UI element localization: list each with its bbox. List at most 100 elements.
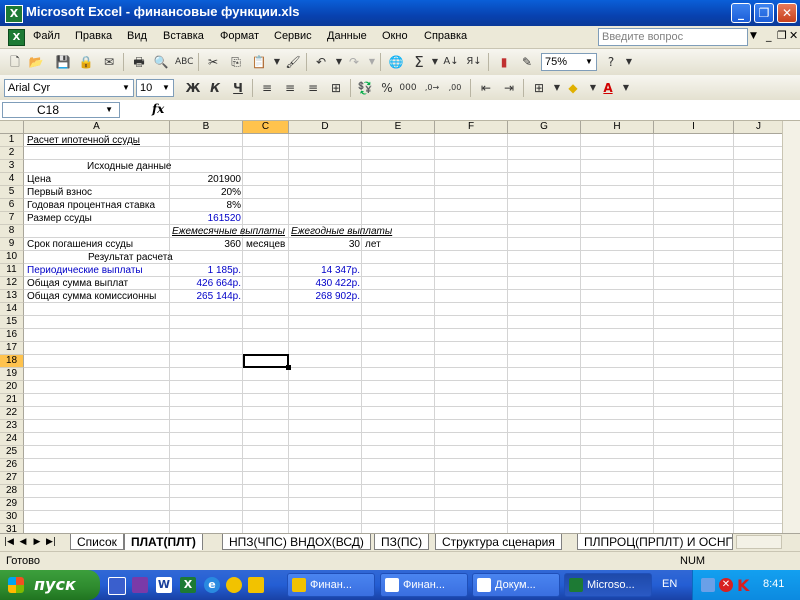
decrease-decimal-icon[interactable]: ,00 [446,79,464,97]
cell-A6[interactable]: Годовая процентная ставка [27,199,155,212]
column-header-E[interactable]: E [362,121,435,134]
help-dropdown-icon[interactable]: ▼ [620,53,638,71]
column-header-G[interactable]: G [508,121,581,134]
row-header-14[interactable]: 14 [0,303,24,316]
cell-B6[interactable]: 8% [170,199,241,212]
increase-decimal-icon[interactable]: ,0→ [423,79,441,97]
sheet-tab-scenario[interactable]: Структура сценария [435,534,562,550]
menu-format[interactable]: Формат [220,30,259,42]
undo-icon[interactable]: ↶ [312,53,330,71]
italic-button[interactable]: К [206,79,224,97]
email-icon[interactable]: ✉ [100,53,118,71]
cell-A9[interactable]: Срок погашения ссуды [27,238,133,251]
cell-B13[interactable]: 265 144р. [170,290,242,303]
row-header-31[interactable]: 31 [0,524,24,533]
task-word-doc[interactable]: Докум... [472,573,560,597]
cell-B11[interactable]: 1 185р. [170,264,241,277]
row-header-6[interactable]: 6 [0,199,24,212]
row-header-25[interactable]: 25 [0,446,24,459]
fill-color-icon[interactable]: ◆ [564,79,582,97]
print-icon[interactable]: 🖶 [130,53,148,71]
sheet-tab-plat[interactable]: ПЛАТ(ПЛТ) [124,534,203,550]
cell-B5[interactable]: 20% [170,186,241,199]
task-excel[interactable]: Microso... [564,573,652,597]
row-header-29[interactable]: 29 [0,498,24,511]
worksheet-grid[interactable]: A B C D E F G H I J 1 2 3 4 5 6 7 8 9 10 11 12 13 14 1… [0,121,782,533]
hyperlink-icon[interactable]: 🌐 [387,53,405,71]
cell-D13[interactable]: 268 902р. [289,290,361,303]
selected-cell-C18[interactable] [243,354,291,370]
cell-A4[interactable]: Цена [27,173,51,186]
quicklaunch-desktop-icon[interactable] [108,577,126,595]
quicklaunch-excel-icon[interactable]: X [180,577,196,593]
underline-button[interactable]: Ч [229,79,247,97]
menu-help[interactable]: Справка [424,30,467,42]
sheet-tab-plproc[interactable]: ПЛПРОЦ(ПРПЛТ) И ОСНПЛ [577,534,733,550]
column-header-H[interactable]: H [581,121,654,134]
row-header-23[interactable]: 23 [0,420,24,433]
help-search-input[interactable]: Введите вопрос [598,28,748,46]
workbook-icon[interactable]: X [8,29,25,46]
row-header-28[interactable]: 28 [0,485,24,498]
task-word-finan[interactable]: Финан... [380,573,468,597]
copy-icon[interactable]: ⎘ [227,53,245,71]
close-button[interactable]: ✕ [777,3,797,23]
vertical-scrollbar[interactable] [782,121,800,533]
kaspersky-icon[interactable]: K [737,576,749,595]
row-header-30[interactable]: 30 [0,511,24,524]
column-header-D[interactable]: D [289,121,362,134]
row-header-24[interactable]: 24 [0,433,24,446]
menu-view[interactable]: Вид [127,30,147,42]
column-header-F[interactable]: F [435,121,508,134]
cell-B12[interactable]: 426 664р. [170,277,242,290]
row-header-16[interactable]: 16 [0,329,24,342]
drawing-icon[interactable]: ✎ [518,53,536,71]
row-header-21[interactable]: 21 [0,394,24,407]
cell-B9[interactable]: 360 [170,238,241,251]
new-icon[interactable]: 🗋 [6,53,24,71]
minimize-button[interactable]: _ [731,3,751,23]
cell-B4[interactable]: 201900 [170,173,241,186]
redo-icon[interactable]: ↷ [345,53,363,71]
spelling-icon[interactable]: ABC [175,53,193,71]
row-header-18[interactable]: 18 [0,355,24,368]
paste-icon[interactable]: 📋 [250,53,268,71]
first-sheet-icon[interactable]: |◀ [4,536,14,548]
cell-B8[interactable]: Ежемесячные выплаты [172,225,285,238]
menu-tools[interactable]: Сервис [274,30,312,42]
column-header-A[interactable]: A [24,121,170,134]
quicklaunch-folder-icon[interactable] [248,577,264,593]
column-header-I[interactable]: I [654,121,734,134]
last-sheet-icon[interactable]: ▶| [46,536,56,548]
cell-A13[interactable]: Общая сумма комиссионны [27,290,169,303]
prev-sheet-icon[interactable]: ◀ [18,536,28,548]
excel-app-icon[interactable]: X [5,5,23,23]
zoom-select[interactable]: 75% ▼ [541,53,597,71]
font-select[interactable]: Arial Cyr ▼ [4,79,134,97]
cut-icon[interactable]: ✂ [204,53,222,71]
cell-D12[interactable]: 430 422р. [289,277,361,290]
select-all-button[interactable] [0,121,24,134]
row-header-11[interactable]: 11 [0,264,24,277]
row-header-5[interactable]: 5 [0,186,24,199]
borders-icon[interactable]: ⊞ [530,79,548,97]
permission-icon[interactable]: 🔒 [77,53,95,71]
doc-restore-button[interactable]: ❐ [777,29,787,42]
cell-A10[interactable]: Результат расчета [88,251,173,264]
cell-A11[interactable]: Периодические выплаты [27,264,143,277]
sheet-tab-spisok[interactable]: Список [70,534,124,550]
align-right-icon[interactable]: ≡ [304,79,322,97]
cell-C9[interactable]: месяцев [246,238,285,251]
doc-minimize-button[interactable]: _ [766,29,772,42]
redo-dropdown-icon[interactable]: ▼ [363,53,381,71]
font-color-icon[interactable]: A [599,79,617,97]
merge-center-icon[interactable]: ⊞ [327,79,345,97]
sort-ascending-icon[interactable]: A↓ [442,53,460,71]
row-header-22[interactable]: 22 [0,407,24,420]
quicklaunch-app-icon[interactable] [132,577,148,593]
sheet-tab-pz[interactable]: ПЗ(ПС) [374,534,430,550]
row-header-20[interactable]: 20 [0,381,24,394]
cell-E9[interactable]: лет [365,238,381,251]
restore-button[interactable]: ❐ [754,3,774,23]
row-header-12[interactable]: 12 [0,277,24,290]
